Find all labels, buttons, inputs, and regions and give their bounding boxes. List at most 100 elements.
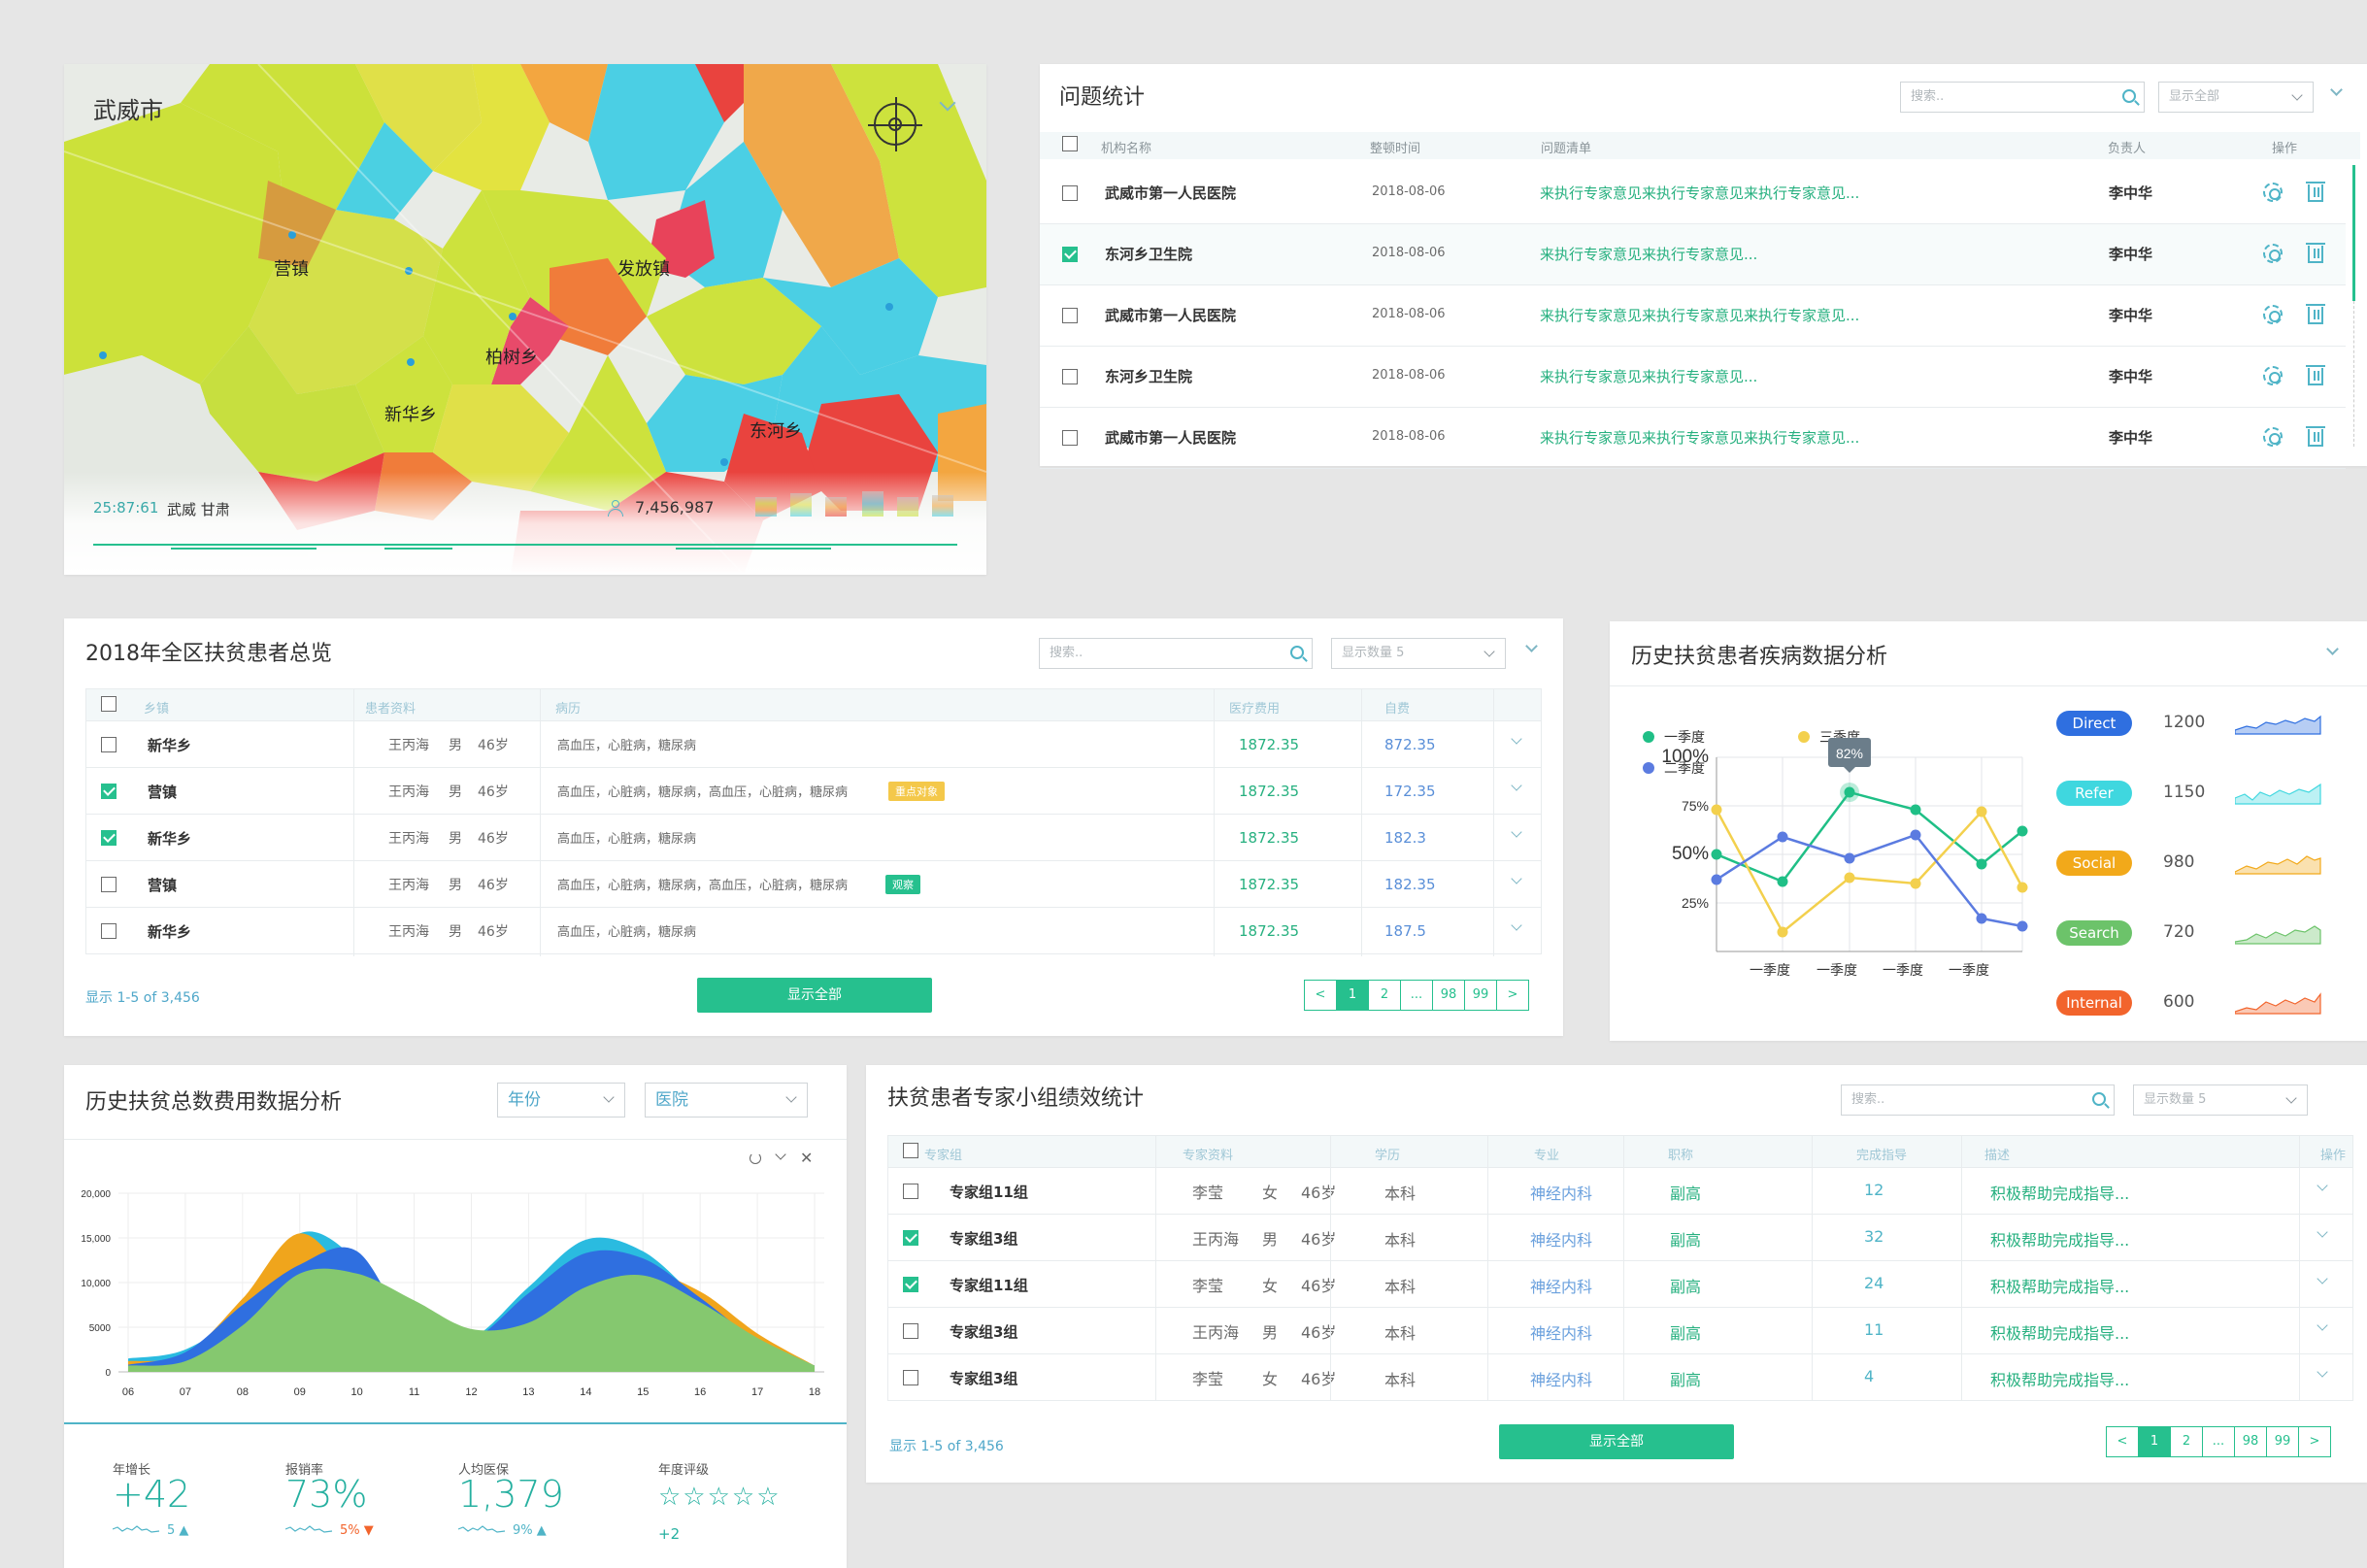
- chevron-down-icon[interactable]: [775, 1149, 786, 1160]
- trash-icon[interactable]: [2306, 243, 2325, 263]
- row-checkbox[interactable]: [903, 1323, 918, 1339]
- divider: [353, 688, 354, 956]
- row-checkbox[interactable]: [101, 877, 117, 892]
- page-button[interactable]: >: [1496, 980, 1529, 1011]
- close-icon[interactable]: ✕: [800, 1151, 813, 1166]
- select-all-checkbox[interactable]: [903, 1143, 918, 1158]
- page-button[interactable]: <: [1304, 980, 1337, 1011]
- col-date[interactable]: 整顿时间: [1370, 138, 1420, 156]
- issue-link[interactable]: 来执行专家意见来执行专家意见来执行专家意见...: [1540, 183, 1859, 203]
- expert-description[interactable]: 积极帮助完成指导...: [1990, 1367, 2129, 1390]
- page-button[interactable]: 1: [1336, 980, 1369, 1011]
- expert-description[interactable]: 积极帮助完成指导...: [1990, 1227, 2129, 1251]
- data-point: [1711, 804, 1722, 816]
- row-checkbox[interactable]: [101, 830, 117, 846]
- patient-sex: 男: [449, 831, 462, 847]
- trash-icon[interactable]: [2306, 426, 2325, 447]
- divider: [1623, 1135, 1624, 1401]
- gear-icon[interactable]: [2263, 305, 2283, 324]
- issue-link[interactable]: 来执行专家意见来执行专家意见来执行专家意见...: [1540, 305, 1859, 325]
- page-button[interactable]: 99: [2266, 1426, 2299, 1457]
- page-button[interactable]: >: [2298, 1426, 2331, 1457]
- page-button[interactable]: 2: [1368, 980, 1401, 1011]
- hospital-select[interactable]: 医院: [645, 1083, 808, 1118]
- experts-search-input[interactable]: 搜索..: [1841, 1084, 2115, 1116]
- show-all-button[interactable]: 显示全部: [697, 978, 932, 1013]
- issue-search-input[interactable]: 搜索..: [1900, 82, 2145, 113]
- refresh-icon[interactable]: [750, 1152, 761, 1164]
- expert-description[interactable]: 积极帮助完成指导...: [1990, 1274, 2129, 1297]
- trash-icon[interactable]: [2306, 365, 2325, 385]
- page-button[interactable]: ...: [2202, 1426, 2235, 1457]
- col-patient[interactable]: 患者资料: [365, 698, 416, 717]
- page-button[interactable]: 2: [2170, 1426, 2203, 1457]
- table-row[interactable]: [887, 1354, 2353, 1401]
- issue-link[interactable]: 来执行专家意见来执行专家意见...: [1540, 366, 1757, 386]
- page-button[interactable]: 98: [1432, 980, 1465, 1011]
- row-checkbox[interactable]: [1062, 369, 1078, 384]
- quarterly-line-chart[interactable]: 一季度 三季度二季度100%75%50%25%一季度 一季度 一季度 一季度82%: [1629, 718, 2056, 1000]
- owner-name: 李中华: [2109, 368, 2153, 385]
- chevron-down-icon[interactable]: [2330, 83, 2343, 96]
- map-timeline[interactable]: [93, 544, 957, 546]
- page-button[interactable]: 1: [2138, 1426, 2171, 1457]
- col-header[interactable]: 专家资料: [1183, 1145, 1233, 1163]
- expert-title: 副高: [1670, 1278, 1702, 1296]
- trash-icon[interactable]: [2306, 304, 2325, 324]
- row-checkbox[interactable]: [101, 784, 117, 799]
- scrollbar[interactable]: [2352, 165, 2355, 301]
- table-row[interactable]: [85, 721, 1542, 768]
- table-row[interactable]: [887, 1215, 2353, 1261]
- row-checkbox[interactable]: [1062, 308, 1078, 323]
- patient-age: 46岁: [478, 738, 509, 753]
- row-checkbox[interactable]: [903, 1184, 918, 1199]
- page-button[interactable]: ...: [1400, 980, 1433, 1011]
- row-checkbox[interactable]: [101, 923, 117, 939]
- page-button[interactable]: <: [2106, 1426, 2139, 1457]
- select-all-checkbox[interactable]: [101, 696, 117, 712]
- gear-icon[interactable]: [2263, 244, 2283, 263]
- map-location: 武威 甘肃: [167, 501, 230, 518]
- page-button[interactable]: 98: [2234, 1426, 2267, 1457]
- gear-icon[interactable]: [2263, 427, 2283, 447]
- year-select[interactable]: 年份: [497, 1083, 625, 1118]
- issue-filter-select[interactable]: 显示全部: [2158, 82, 2314, 113]
- expert-description[interactable]: 积极帮助完成指导...: [1990, 1181, 2129, 1204]
- expert-name: 王丙海: [1192, 1323, 1240, 1342]
- issue-link[interactable]: 来执行专家意见来执行专家意见...: [1540, 244, 1757, 264]
- expert-sex: 男: [1262, 1230, 1279, 1249]
- cost-panel: 历史扶贫总数费用数据分析 年份 医院 ✕ 20,000 15,000 10,000 5…: [64, 1065, 847, 1568]
- chevron-down-icon[interactable]: [2326, 643, 2339, 655]
- row-checkbox[interactable]: [1062, 185, 1078, 201]
- show-all-button[interactable]: 显示全部: [1499, 1424, 1734, 1459]
- chevron-down-icon[interactable]: [1525, 640, 1538, 652]
- table-row[interactable]: [85, 815, 1542, 861]
- row-checkbox[interactable]: [101, 737, 117, 752]
- row-checkbox[interactable]: [903, 1370, 918, 1385]
- trash-icon[interactable]: [2306, 182, 2325, 202]
- issue-link[interactable]: 来执行专家意见来执行专家意见来执行专家意见...: [1540, 427, 1859, 448]
- crosshair-icon[interactable]: [868, 97, 922, 151]
- table-row[interactable]: [887, 1168, 2353, 1215]
- source-badge: Direct: [2056, 711, 2132, 736]
- gear-icon[interactable]: [2263, 366, 2283, 385]
- cost-area-chart[interactable]: 20,000 15,000 10,000 5000 0 06 07 08 09 10 11 12 13 1…: [64, 1174, 831, 1407]
- patients-count-select[interactable]: 显示数量 5: [1331, 638, 1506, 669]
- row-checkbox[interactable]: [1062, 247, 1078, 262]
- page-button[interactable]: 99: [1464, 980, 1497, 1011]
- experts-count-select[interactable]: 显示数量 5: [2133, 1084, 2308, 1116]
- table-row[interactable]: [85, 908, 1542, 954]
- col-self: 自费: [1384, 702, 1411, 717]
- row-checkbox[interactable]: [903, 1230, 918, 1246]
- patient-age: 46岁: [478, 878, 509, 893]
- select-all-checkbox[interactable]: [1062, 136, 1078, 151]
- patients-search-input[interactable]: 搜索..: [1039, 638, 1313, 669]
- y-tick-label: 5000: [89, 1323, 112, 1334]
- table-row[interactable]: [887, 1308, 2353, 1354]
- table-row[interactable]: [887, 1261, 2353, 1308]
- row-checkbox[interactable]: [1062, 430, 1078, 446]
- x-tick-label: 11: [409, 1386, 419, 1398]
- expert-description[interactable]: 积极帮助完成指导...: [1990, 1320, 2129, 1344]
- gear-icon[interactable]: [2263, 183, 2283, 202]
- row-checkbox[interactable]: [903, 1277, 918, 1292]
